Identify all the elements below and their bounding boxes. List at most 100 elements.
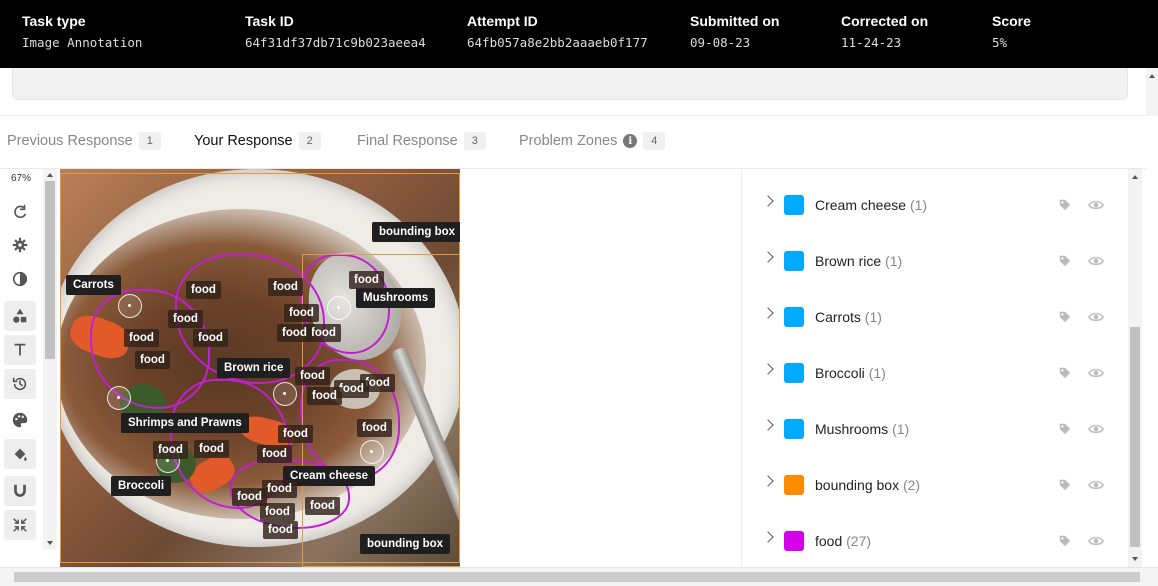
- eye-icon[interactable]: [1088, 254, 1104, 268]
- image-canvas[interactable]: Carrots Mushrooms Brown rice Shrimps and…: [60, 169, 460, 567]
- tab-badge: 1: [138, 132, 161, 150]
- tag-icon[interactable]: [1058, 478, 1072, 492]
- keypoint-marker[interactable]: [360, 440, 384, 464]
- label-food[interactable]: food: [268, 278, 303, 296]
- shrink-icon[interactable]: [4, 510, 36, 540]
- class-label: food (27): [815, 533, 872, 549]
- label-carrots[interactable]: Carrots: [66, 275, 121, 295]
- chevron-right-icon[interactable]: [762, 475, 774, 487]
- tag-icon[interactable]: [1058, 534, 1072, 548]
- tag-icon[interactable]: [1058, 310, 1072, 324]
- header-label: Task ID: [245, 13, 294, 29]
- header-col-attempt-id: Attempt ID 64fb057a8e2bb2aaaeb0f177: [467, 13, 648, 50]
- horizontal-scrollbar[interactable]: [0, 567, 1158, 586]
- header-label: Task type: [22, 13, 86, 29]
- label-food[interactable]: food: [124, 329, 159, 347]
- label-food[interactable]: food: [262, 480, 297, 498]
- label-food[interactable]: food: [278, 425, 313, 443]
- shapes-icon[interactable]: [4, 301, 36, 331]
- eye-icon[interactable]: [1088, 198, 1104, 212]
- label-brown-rice[interactable]: Brown rice: [217, 358, 291, 378]
- class-row-cream-cheese[interactable]: Cream cheese (1): [742, 173, 1128, 229]
- class-row-carrots[interactable]: Carrots (1): [742, 285, 1128, 341]
- label-broccoli[interactable]: Broccoli: [111, 476, 172, 496]
- class-row-mushrooms[interactable]: Mushrooms (1): [742, 397, 1128, 453]
- chevron-right-icon[interactable]: [762, 251, 774, 263]
- label-food[interactable]: food: [168, 310, 203, 328]
- tab-problem-zones[interactable]: Problem Zones i 4: [519, 132, 666, 150]
- chevron-right-icon[interactable]: [762, 531, 774, 543]
- label-food[interactable]: food: [305, 497, 340, 515]
- label-bounding-box[interactable]: bounding box: [372, 222, 460, 242]
- class-row-food[interactable]: food (27): [742, 509, 1128, 565]
- fill-icon[interactable]: [4, 439, 36, 469]
- divider: [0, 115, 1146, 116]
- label-food[interactable]: food: [193, 329, 228, 347]
- class-list-scrollbar[interactable]: [1128, 169, 1142, 567]
- keypoint-marker[interactable]: [118, 294, 142, 318]
- label-food[interactable]: food: [357, 419, 392, 437]
- refresh-icon[interactable]: [4, 197, 36, 227]
- task-header: Task type Image Annotation Task ID 64f31…: [0, 0, 1158, 68]
- tab-final-response[interactable]: Final Response 3: [357, 132, 486, 150]
- label-food[interactable]: food: [349, 271, 384, 289]
- annotation-toolbar: 67%: [0, 169, 60, 549]
- tag-icon[interactable]: [1058, 366, 1072, 380]
- tab-previous-response[interactable]: Previous Response 1: [7, 132, 161, 150]
- eye-icon[interactable]: [1088, 310, 1104, 324]
- tag-icon[interactable]: [1058, 254, 1072, 268]
- palette-icon[interactable]: [4, 405, 36, 435]
- label-shrimps-and-prawns[interactable]: Shrimps and Prawns: [121, 413, 249, 433]
- history-icon[interactable]: [4, 369, 36, 399]
- info-panel: [12, 68, 1128, 100]
- label-food[interactable]: food: [260, 503, 295, 521]
- chevron-right-icon[interactable]: [762, 419, 774, 431]
- keypoint-marker[interactable]: [273, 382, 297, 406]
- label-food[interactable]: food: [263, 521, 298, 539]
- eye-icon[interactable]: [1088, 478, 1104, 492]
- chevron-right-icon[interactable]: [762, 363, 774, 375]
- scroll-up-arrow[interactable]: [1132, 175, 1138, 179]
- toolbar-scrollbar[interactable]: [43, 169, 57, 549]
- tag-icon[interactable]: [1058, 422, 1072, 436]
- scroll-thumb[interactable]: [1130, 327, 1140, 547]
- page-scrollbar[interactable]: [1146, 68, 1158, 116]
- scroll-thumb[interactable]: [45, 181, 55, 359]
- label-bounding-box[interactable]: bounding box: [360, 534, 451, 554]
- chevron-right-icon[interactable]: [762, 195, 774, 207]
- scroll-up-arrow[interactable]: [1149, 74, 1155, 78]
- class-row-brown-rice[interactable]: Brown rice (1): [742, 229, 1128, 285]
- scroll-up-arrow[interactable]: [47, 173, 53, 177]
- gear-icon[interactable]: [4, 230, 36, 260]
- scroll-down-arrow[interactable]: [47, 541, 53, 545]
- label-food[interactable]: food: [153, 441, 188, 459]
- tag-icon[interactable]: [1058, 198, 1072, 212]
- label-food[interactable]: food: [295, 367, 330, 385]
- keypoint-marker[interactable]: [107, 386, 131, 410]
- label-food[interactable]: food: [284, 304, 319, 322]
- label-food[interactable]: food: [277, 324, 312, 342]
- class-row-bounding-box[interactable]: bounding box (2): [742, 453, 1128, 509]
- contrast-icon[interactable]: [4, 264, 36, 294]
- tab-label: Your Response: [194, 133, 293, 149]
- class-row-broccoli[interactable]: Broccoli (1): [742, 341, 1128, 397]
- tab-your-response[interactable]: Your Response 2: [194, 132, 321, 150]
- tab-label: Previous Response: [7, 133, 133, 149]
- eye-icon[interactable]: [1088, 422, 1104, 436]
- label-mushrooms[interactable]: Mushrooms: [356, 288, 436, 308]
- scroll-thumb[interactable]: [14, 572, 1140, 582]
- magnet-icon[interactable]: [4, 476, 36, 506]
- keypoint-marker[interactable]: [327, 296, 351, 320]
- eye-icon[interactable]: [1088, 366, 1104, 380]
- label-food[interactable]: food: [307, 387, 342, 405]
- class-label: Mushrooms (1): [815, 421, 910, 437]
- header-value: 64fb057a8e2bb2aaaeb0f177: [467, 35, 648, 50]
- label-food[interactable]: food: [186, 281, 221, 299]
- text-icon[interactable]: [4, 335, 36, 365]
- eye-icon[interactable]: [1088, 534, 1104, 548]
- label-food[interactable]: food: [194, 440, 229, 458]
- chevron-right-icon[interactable]: [762, 307, 774, 319]
- scroll-down-arrow[interactable]: [1132, 557, 1138, 561]
- label-food[interactable]: food: [257, 445, 292, 463]
- label-food[interactable]: food: [135, 351, 170, 369]
